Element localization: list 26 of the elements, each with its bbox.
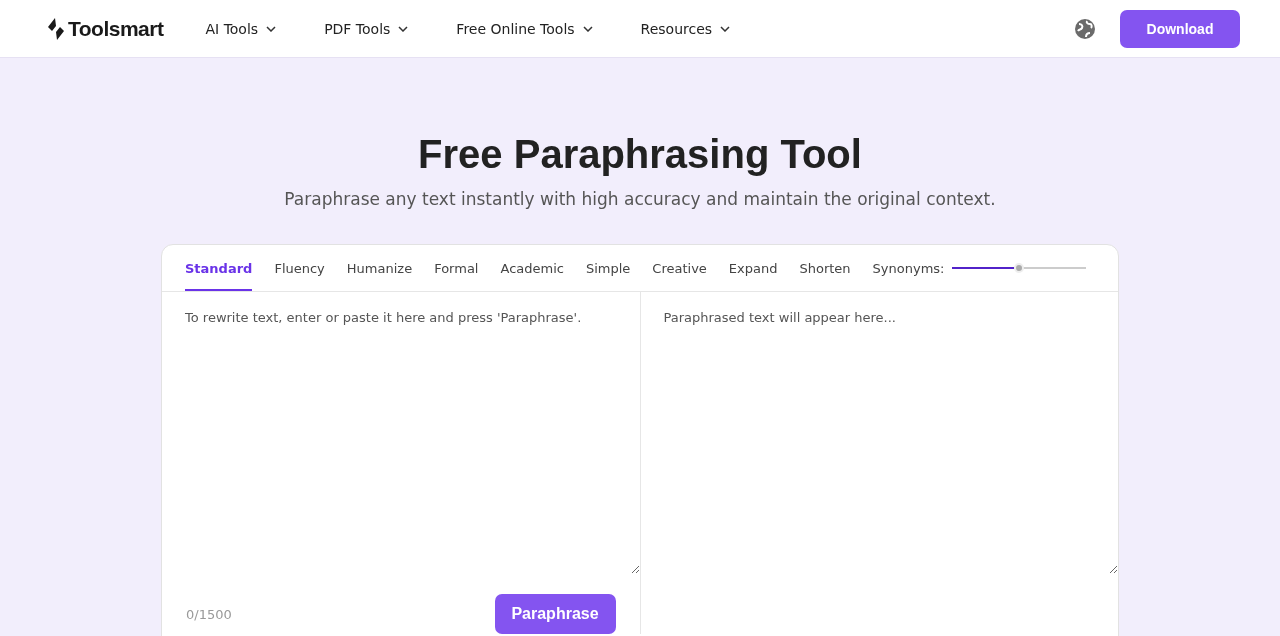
page-subtitle: Paraphrase any text instantly with high accuracy and maintain the original context.: [284, 189, 996, 209]
chevron-down-icon: [582, 25, 593, 32]
character-count: 0/1500: [186, 606, 232, 622]
chevron-down-icon: [720, 25, 731, 32]
chevron-down-icon: [266, 25, 277, 32]
logo-text[interactable]: Toolsmart: [68, 16, 164, 41]
chevron-down-icon: [398, 25, 409, 32]
synonyms-label: Synonyms:: [872, 260, 945, 276]
nav-menu[interactable]: Resources: [640, 20, 731, 37]
download-button[interactable]: Download: [1120, 9, 1240, 48]
mode-tab[interactable]: Simple: [585, 245, 631, 291]
mode-tab[interactable]: Shorten: [799, 245, 851, 291]
slider-thumb[interactable]: [1014, 263, 1025, 273]
paraphrase-button[interactable]: Paraphrase: [494, 594, 616, 634]
globe-icon[interactable]: [1074, 17, 1096, 40]
logo-icon: [46, 16, 66, 41]
mode-tab[interactable]: Creative: [652, 245, 707, 291]
mode-tab[interactable]: Formal: [434, 245, 479, 291]
mode-tab[interactable]: Fluency: [274, 245, 325, 291]
nav-menu[interactable]: Free Online Tools: [456, 20, 593, 37]
mode-tab[interactable]: Academic: [500, 245, 564, 291]
nav-menu[interactable]: PDF Tools: [324, 20, 409, 37]
mode-tab[interactable]: Humanize: [346, 245, 413, 291]
mode-tab[interactable]: Expand: [728, 245, 778, 291]
page-title: Free Paraphrasing Tool: [418, 132, 862, 177]
nav-menu[interactable]: AI Tools: [205, 20, 277, 37]
